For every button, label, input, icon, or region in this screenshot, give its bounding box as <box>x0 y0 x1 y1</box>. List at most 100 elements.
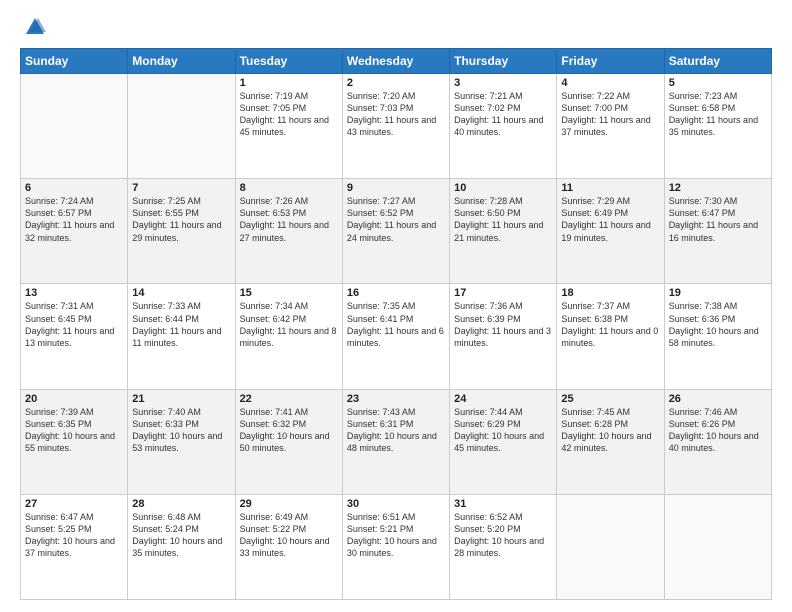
calendar-cell: 3Sunrise: 7:21 AMSunset: 7:02 PMDaylight… <box>450 74 557 179</box>
day-number: 22 <box>240 393 338 405</box>
day-info: Sunrise: 7:45 AMSunset: 6:28 PMDaylight:… <box>561 406 659 455</box>
col-header-wednesday: Wednesday <box>342 49 449 74</box>
day-number: 28 <box>132 498 230 510</box>
calendar-cell: 31Sunrise: 6:52 AMSunset: 5:20 PMDayligh… <box>450 494 557 599</box>
day-info: Sunrise: 7:25 AMSunset: 6:55 PMDaylight:… <box>132 195 230 244</box>
day-info: Sunrise: 7:22 AMSunset: 7:00 PMDaylight:… <box>561 90 659 139</box>
calendar-cell: 12Sunrise: 7:30 AMSunset: 6:47 PMDayligh… <box>664 179 771 284</box>
calendar-cell: 15Sunrise: 7:34 AMSunset: 6:42 PMDayligh… <box>235 284 342 389</box>
logo <box>20 16 46 38</box>
calendar-cell: 13Sunrise: 7:31 AMSunset: 6:45 PMDayligh… <box>21 284 128 389</box>
page: SundayMondayTuesdayWednesdayThursdayFrid… <box>0 0 792 612</box>
day-number: 16 <box>347 287 445 299</box>
day-number: 5 <box>669 77 767 89</box>
day-info: Sunrise: 7:28 AMSunset: 6:50 PMDaylight:… <box>454 195 552 244</box>
day-info: Sunrise: 7:34 AMSunset: 6:42 PMDaylight:… <box>240 300 338 349</box>
calendar-cell: 14Sunrise: 7:33 AMSunset: 6:44 PMDayligh… <box>128 284 235 389</box>
day-number: 11 <box>561 182 659 194</box>
day-number: 17 <box>454 287 552 299</box>
calendar-cell: 28Sunrise: 6:48 AMSunset: 5:24 PMDayligh… <box>128 494 235 599</box>
day-info: Sunrise: 7:27 AMSunset: 6:52 PMDaylight:… <box>347 195 445 244</box>
calendar-cell: 10Sunrise: 7:28 AMSunset: 6:50 PMDayligh… <box>450 179 557 284</box>
calendar-cell: 30Sunrise: 6:51 AMSunset: 5:21 PMDayligh… <box>342 494 449 599</box>
calendar-cell: 11Sunrise: 7:29 AMSunset: 6:49 PMDayligh… <box>557 179 664 284</box>
header <box>20 16 772 38</box>
calendar-week-5: 27Sunrise: 6:47 AMSunset: 5:25 PMDayligh… <box>21 494 772 599</box>
calendar-cell: 22Sunrise: 7:41 AMSunset: 6:32 PMDayligh… <box>235 389 342 494</box>
day-number: 9 <box>347 182 445 194</box>
day-info: Sunrise: 7:21 AMSunset: 7:02 PMDaylight:… <box>454 90 552 139</box>
day-number: 19 <box>669 287 767 299</box>
calendar-cell <box>557 494 664 599</box>
day-info: Sunrise: 7:35 AMSunset: 6:41 PMDaylight:… <box>347 300 445 349</box>
day-number: 7 <box>132 182 230 194</box>
calendar-cell: 25Sunrise: 7:45 AMSunset: 6:28 PMDayligh… <box>557 389 664 494</box>
calendar-cell <box>21 74 128 179</box>
day-number: 15 <box>240 287 338 299</box>
day-number: 2 <box>347 77 445 89</box>
calendar-cell: 24Sunrise: 7:44 AMSunset: 6:29 PMDayligh… <box>450 389 557 494</box>
day-number: 20 <box>25 393 123 405</box>
day-number: 30 <box>347 498 445 510</box>
calendar-week-2: 6Sunrise: 7:24 AMSunset: 6:57 PMDaylight… <box>21 179 772 284</box>
day-info: Sunrise: 6:47 AMSunset: 5:25 PMDaylight:… <box>25 511 123 560</box>
day-info: Sunrise: 7:43 AMSunset: 6:31 PMDaylight:… <box>347 406 445 455</box>
calendar-cell: 2Sunrise: 7:20 AMSunset: 7:03 PMDaylight… <box>342 74 449 179</box>
day-number: 4 <box>561 77 659 89</box>
day-info: Sunrise: 7:37 AMSunset: 6:38 PMDaylight:… <box>561 300 659 349</box>
day-number: 8 <box>240 182 338 194</box>
col-header-saturday: Saturday <box>664 49 771 74</box>
logo-icon <box>24 16 46 38</box>
calendar-cell: 9Sunrise: 7:27 AMSunset: 6:52 PMDaylight… <box>342 179 449 284</box>
day-info: Sunrise: 7:44 AMSunset: 6:29 PMDaylight:… <box>454 406 552 455</box>
day-number: 3 <box>454 77 552 89</box>
day-number: 21 <box>132 393 230 405</box>
day-info: Sunrise: 7:46 AMSunset: 6:26 PMDaylight:… <box>669 406 767 455</box>
calendar-cell: 19Sunrise: 7:38 AMSunset: 6:36 PMDayligh… <box>664 284 771 389</box>
day-number: 29 <box>240 498 338 510</box>
day-info: Sunrise: 7:33 AMSunset: 6:44 PMDaylight:… <box>132 300 230 349</box>
day-info: Sunrise: 6:52 AMSunset: 5:20 PMDaylight:… <box>454 511 552 560</box>
day-info: Sunrise: 6:48 AMSunset: 5:24 PMDaylight:… <box>132 511 230 560</box>
day-number: 12 <box>669 182 767 194</box>
day-info: Sunrise: 7:41 AMSunset: 6:32 PMDaylight:… <box>240 406 338 455</box>
day-info: Sunrise: 7:20 AMSunset: 7:03 PMDaylight:… <box>347 90 445 139</box>
day-number: 26 <box>669 393 767 405</box>
calendar-cell: 26Sunrise: 7:46 AMSunset: 6:26 PMDayligh… <box>664 389 771 494</box>
calendar-week-4: 20Sunrise: 7:39 AMSunset: 6:35 PMDayligh… <box>21 389 772 494</box>
day-info: Sunrise: 7:39 AMSunset: 6:35 PMDaylight:… <box>25 406 123 455</box>
calendar-cell: 6Sunrise: 7:24 AMSunset: 6:57 PMDaylight… <box>21 179 128 284</box>
day-info: Sunrise: 7:19 AMSunset: 7:05 PMDaylight:… <box>240 90 338 139</box>
day-info: Sunrise: 7:31 AMSunset: 6:45 PMDaylight:… <box>25 300 123 349</box>
day-number: 24 <box>454 393 552 405</box>
day-info: Sunrise: 7:24 AMSunset: 6:57 PMDaylight:… <box>25 195 123 244</box>
calendar-cell: 7Sunrise: 7:25 AMSunset: 6:55 PMDaylight… <box>128 179 235 284</box>
calendar-cell: 20Sunrise: 7:39 AMSunset: 6:35 PMDayligh… <box>21 389 128 494</box>
day-number: 13 <box>25 287 123 299</box>
day-info: Sunrise: 7:26 AMSunset: 6:53 PMDaylight:… <box>240 195 338 244</box>
day-number: 6 <box>25 182 123 194</box>
calendar-cell <box>664 494 771 599</box>
calendar-cell: 21Sunrise: 7:40 AMSunset: 6:33 PMDayligh… <box>128 389 235 494</box>
calendar-cell: 8Sunrise: 7:26 AMSunset: 6:53 PMDaylight… <box>235 179 342 284</box>
day-info: Sunrise: 7:30 AMSunset: 6:47 PMDaylight:… <box>669 195 767 244</box>
day-number: 25 <box>561 393 659 405</box>
calendar-cell: 17Sunrise: 7:36 AMSunset: 6:39 PMDayligh… <box>450 284 557 389</box>
day-number: 27 <box>25 498 123 510</box>
day-info: Sunrise: 7:36 AMSunset: 6:39 PMDaylight:… <box>454 300 552 349</box>
day-number: 23 <box>347 393 445 405</box>
calendar-cell <box>128 74 235 179</box>
day-number: 1 <box>240 77 338 89</box>
day-number: 31 <box>454 498 552 510</box>
day-number: 18 <box>561 287 659 299</box>
day-number: 10 <box>454 182 552 194</box>
day-info: Sunrise: 6:49 AMSunset: 5:22 PMDaylight:… <box>240 511 338 560</box>
col-header-sunday: Sunday <box>21 49 128 74</box>
calendar-cell: 18Sunrise: 7:37 AMSunset: 6:38 PMDayligh… <box>557 284 664 389</box>
calendar-table: SundayMondayTuesdayWednesdayThursdayFrid… <box>20 48 772 600</box>
col-header-thursday: Thursday <box>450 49 557 74</box>
day-info: Sunrise: 6:51 AMSunset: 5:21 PMDaylight:… <box>347 511 445 560</box>
calendar-cell: 23Sunrise: 7:43 AMSunset: 6:31 PMDayligh… <box>342 389 449 494</box>
day-info: Sunrise: 7:38 AMSunset: 6:36 PMDaylight:… <box>669 300 767 349</box>
day-info: Sunrise: 7:23 AMSunset: 6:58 PMDaylight:… <box>669 90 767 139</box>
